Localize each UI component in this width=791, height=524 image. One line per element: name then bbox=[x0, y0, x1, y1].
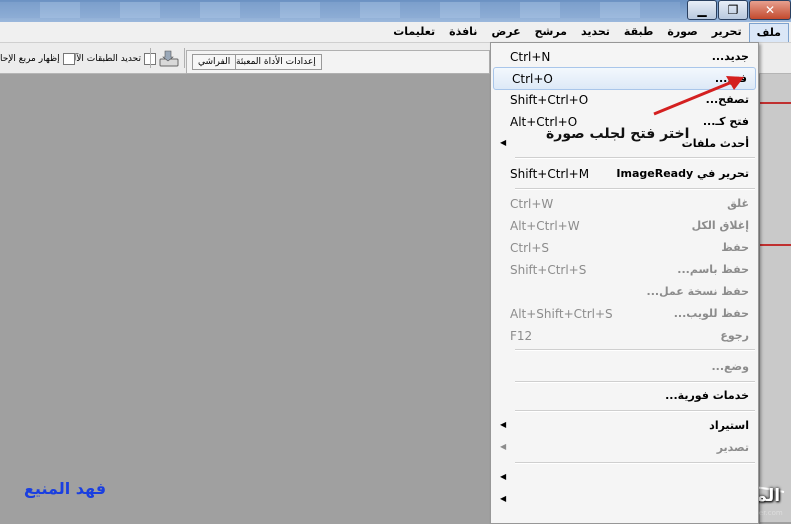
menu-layer[interactable]: طبقة bbox=[617, 23, 660, 41]
menu-item-label: أحدث ملفات bbox=[681, 137, 749, 150]
menu-item-scripts[interactable]: ◀ bbox=[492, 489, 757, 510]
menu-help[interactable]: تعليمات bbox=[386, 23, 442, 41]
menu-item-close[interactable]: غلق Ctrl+W bbox=[492, 193, 757, 214]
show-bounding-box-label: إظهار مربع الإحاطة bbox=[0, 54, 60, 64]
menu-item-place[interactable]: وضع... bbox=[492, 356, 757, 377]
menu-item-save[interactable]: حفظ Ctrl+S bbox=[492, 237, 757, 258]
tab-brushes[interactable]: الفراشي bbox=[192, 54, 237, 70]
menu-item-revert[interactable]: رجوع F12 bbox=[492, 325, 757, 346]
menu-view[interactable]: عرض bbox=[484, 23, 527, 41]
menu-separator bbox=[515, 462, 755, 464]
menu-item-label: حفظ للويب... bbox=[673, 307, 749, 320]
annotation-caption: اختر فتح لجلب صورة bbox=[546, 126, 690, 142]
menu-item-shortcut: Alt+Ctrl+W bbox=[510, 219, 580, 233]
window-controls: ▁ ❐ ✕ bbox=[686, 0, 791, 20]
menu-item-export[interactable]: تصدير ◀ bbox=[492, 437, 757, 458]
menu-item-label: غلق bbox=[727, 197, 749, 210]
auto-select-layer-label: تحديد الطبقات الآلي bbox=[66, 54, 141, 64]
show-bounding-box-checkbox[interactable]: إظهار مربع الإحاطة bbox=[0, 52, 75, 66]
author-signature: فهد المنيع bbox=[24, 479, 107, 498]
menu-separator bbox=[515, 410, 755, 412]
menu-item-label: حفظ bbox=[721, 241, 749, 254]
menu-item-shortcut: Shift+Ctrl+M bbox=[510, 167, 590, 181]
menu-item-shortcut: Alt+Shift+Ctrl+S bbox=[510, 307, 613, 321]
menu-item-label: حفظ نسخة عمل... bbox=[646, 285, 749, 298]
menu-item-label: تصدير bbox=[716, 441, 749, 454]
menu-separator bbox=[515, 188, 755, 190]
menu-item-label: تحرير في ImageReady bbox=[616, 167, 749, 180]
menu-item-label: خدمات فورية... bbox=[665, 389, 749, 402]
menu-item-label: جديد... bbox=[711, 50, 749, 63]
minimize-button[interactable]: ▁ bbox=[687, 0, 717, 20]
menu-item-save-for-web[interactable]: حفظ للويب... Alt+Shift+Ctrl+S bbox=[492, 303, 757, 324]
title-bar-background bbox=[0, 2, 680, 18]
menu-item-shortcut: Ctrl+W bbox=[510, 197, 554, 211]
panel-marker bbox=[760, 102, 791, 104]
menu-item-shortcut: Ctrl+S bbox=[510, 241, 550, 255]
submenu-arrow-icon: ◀ bbox=[500, 420, 507, 429]
menu-item-label: وضع... bbox=[711, 360, 749, 373]
menu-image[interactable]: صورة bbox=[660, 23, 704, 41]
menu-item-shortcut: Shift+Ctrl+O bbox=[510, 93, 589, 107]
panel-marker bbox=[760, 244, 791, 246]
menu-item-import[interactable]: استيراد ◀ bbox=[492, 415, 757, 436]
menu-select[interactable]: تحديد bbox=[574, 23, 617, 41]
menu-item-save-version[interactable]: حفظ نسخة عمل... bbox=[492, 281, 757, 302]
tab-tool-presets[interactable]: إعدادات الأداة المعبئة bbox=[230, 54, 322, 70]
menu-item-label: رجوع bbox=[720, 329, 749, 342]
title-bar: ▁ ❐ ✕ bbox=[0, 0, 791, 22]
toolbar-separator bbox=[150, 48, 151, 68]
menu-item-automate[interactable]: ◀ bbox=[492, 467, 757, 488]
right-panel bbox=[760, 74, 791, 522]
menu-item-label: استيراد bbox=[709, 419, 749, 432]
menu-item-shortcut: Ctrl+N bbox=[510, 50, 551, 64]
menu-item-shortcut: F12 bbox=[510, 329, 533, 343]
menu-item-shortcut: Ctrl+O bbox=[512, 72, 553, 86]
menu-item-online-services[interactable]: خدمات فورية... bbox=[492, 385, 757, 406]
menu-file[interactable]: ملف bbox=[748, 22, 789, 42]
menu-edit[interactable]: تحرير bbox=[705, 23, 749, 41]
submenu-arrow-icon: ◀ bbox=[500, 138, 507, 147]
menu-item-save-as[interactable]: حفظ باسم... Shift+Ctrl+S bbox=[492, 259, 757, 280]
menu-item-close-all[interactable]: إغلاق الكل Alt+Ctrl+W bbox=[492, 215, 757, 236]
menu-separator bbox=[515, 157, 755, 159]
submenu-arrow-icon: ◀ bbox=[500, 442, 507, 451]
menu-item-label: إغلاق الكل bbox=[691, 219, 749, 232]
menu-item-shortcut: Shift+Ctrl+S bbox=[510, 263, 587, 277]
auto-select-layer-checkbox[interactable]: تحديد الطبقات الآلي bbox=[66, 52, 156, 66]
submenu-arrow-icon: ◀ bbox=[500, 494, 507, 503]
tool-preset-picker-icon[interactable] bbox=[158, 48, 180, 68]
checkbox-box[interactable] bbox=[62, 53, 75, 65]
menu-item-edit-in-imageready[interactable]: تحرير في ImageReady Shift+Ctrl+M bbox=[492, 163, 757, 184]
menu-item-label: حفظ باسم... bbox=[677, 263, 749, 276]
menu-window[interactable]: نافذة bbox=[442, 23, 484, 41]
menu-item-new[interactable]: جديد... Ctrl+N bbox=[492, 46, 757, 67]
close-button[interactable]: ✕ bbox=[749, 0, 791, 20]
submenu-arrow-icon: ◀ bbox=[500, 472, 507, 481]
menu-filter[interactable]: مرشح bbox=[528, 23, 574, 41]
menu-bar: ملف تحرير صورة طبقة تحديد مرشح عرض نافذة… bbox=[0, 22, 791, 43]
menu-separator bbox=[515, 349, 755, 351]
annotation-arrow-icon bbox=[653, 76, 744, 116]
restore-button[interactable]: ❐ bbox=[718, 0, 748, 20]
menu-separator bbox=[515, 381, 755, 383]
toolbar-separator bbox=[184, 48, 185, 68]
